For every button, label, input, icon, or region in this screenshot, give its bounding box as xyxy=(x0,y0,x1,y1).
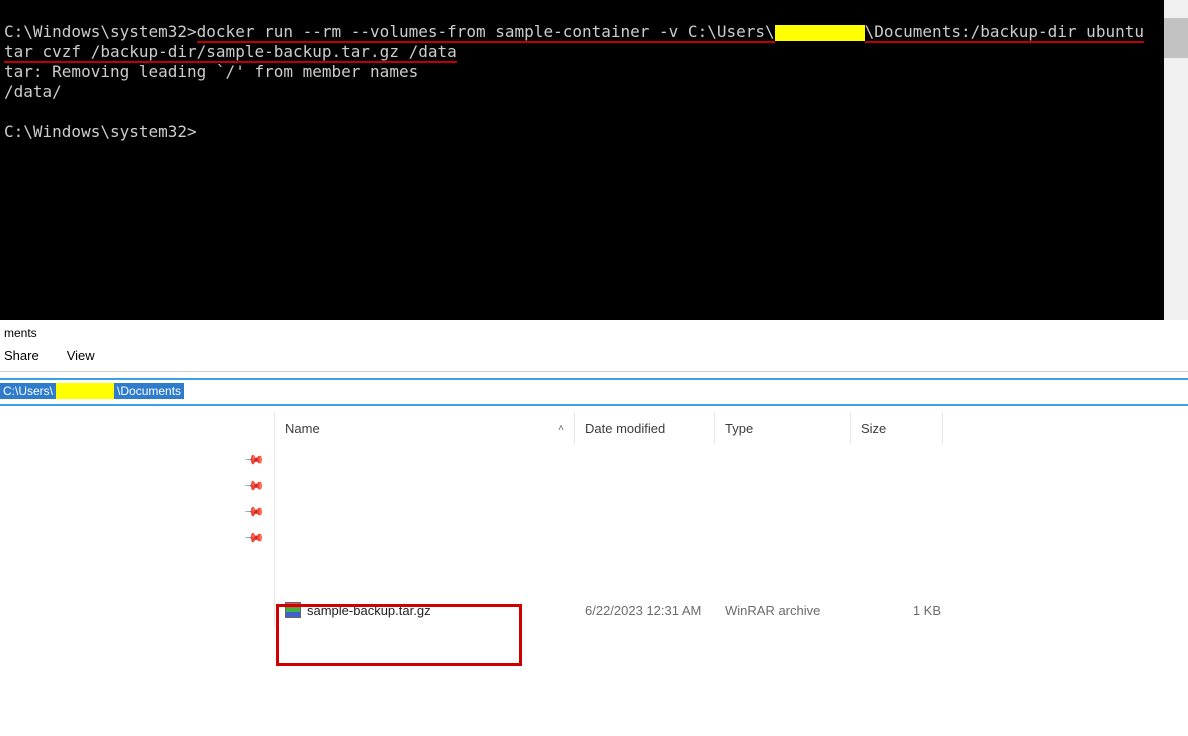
tab-share[interactable]: Share xyxy=(4,348,39,363)
file-row[interactable]: sample-backup.tar.gz 6/22/2023 12:31 AM … xyxy=(275,594,1188,626)
tar-output-line2: /data/ xyxy=(4,82,62,101)
ribbon-title-fragment: ments xyxy=(0,320,1188,344)
column-size-label: Size xyxy=(861,421,886,436)
column-header-type[interactable]: Type xyxy=(715,412,851,444)
file-list: Name ˄ Date modified Type Size sample-ba… xyxy=(274,412,1188,626)
address-bar-divider xyxy=(0,404,1188,406)
redacted-username-terminal xyxy=(775,25,865,41)
column-type-label: Type xyxy=(725,421,753,436)
column-headers: Name ˄ Date modified Type Size xyxy=(275,412,1188,444)
ribbon-tabs: Share View xyxy=(0,344,1188,372)
file-type-cell: WinRAR archive xyxy=(725,603,861,618)
command-prompt-window[interactable]: C:\Windows\system32>docker run --rm --vo… xyxy=(0,0,1164,320)
column-header-date[interactable]: Date modified xyxy=(575,412,715,444)
sort-caret-icon: ˄ xyxy=(558,423,564,434)
pin-icon: 📌 xyxy=(243,449,266,472)
file-name-cell: sample-backup.tar.gz xyxy=(285,602,585,618)
tar-output-line1: tar: Removing leading `/' from member na… xyxy=(4,62,418,81)
docker-command-line2: tar cvzf /backup-dir/sample-backup.tar.g… xyxy=(4,42,457,63)
prompt-path-idle: C:\Windows\system32> xyxy=(4,122,197,141)
file-size-cell: 1 KB xyxy=(861,603,953,618)
column-name-label: Name xyxy=(285,421,320,436)
pin-icon: 📌 xyxy=(243,501,266,524)
terminal-output: C:\Windows\system32>docker run --rm --vo… xyxy=(4,2,1160,162)
docker-command-segment1: docker run --rm --volumes-from sample-co… xyxy=(197,22,775,43)
file-name-text: sample-backup.tar.gz xyxy=(307,603,431,618)
column-header-size[interactable]: Size xyxy=(851,412,943,444)
archive-file-icon xyxy=(285,602,301,618)
scrollbar-up-button[interactable] xyxy=(1164,0,1188,18)
tab-view[interactable]: View xyxy=(67,348,95,363)
pin-icon: 📌 xyxy=(243,527,266,550)
terminal-scrollbar[interactable] xyxy=(1164,0,1188,320)
file-explorer-window: ments Share View C:\Users\ \Documents 📌 📌… xyxy=(0,320,1188,626)
scrollbar-thumb[interactable] xyxy=(1164,18,1188,58)
column-date-label: Date modified xyxy=(585,421,665,436)
file-date-cell: 6/22/2023 12:31 AM xyxy=(585,603,725,618)
quick-access-sidebar: 📌 📌 📌 📌 xyxy=(0,412,274,626)
docker-command-segment2: \Documents:/backup-dir ubuntu xyxy=(865,22,1144,43)
column-header-name[interactable]: Name ˄ xyxy=(275,412,575,444)
address-bar[interactable]: C:\Users\ \Documents xyxy=(0,380,1188,402)
file-pane: 📌 📌 📌 📌 Name ˄ Date modified Type Size xyxy=(0,412,1188,626)
pin-icon: 📌 xyxy=(243,475,266,498)
redacted-username-addressbar xyxy=(56,383,114,399)
prompt-path: C:\Windows\system32> xyxy=(4,22,197,41)
address-segment2: \Documents xyxy=(114,383,184,399)
address-segment1: C:\Users\ xyxy=(0,383,56,399)
